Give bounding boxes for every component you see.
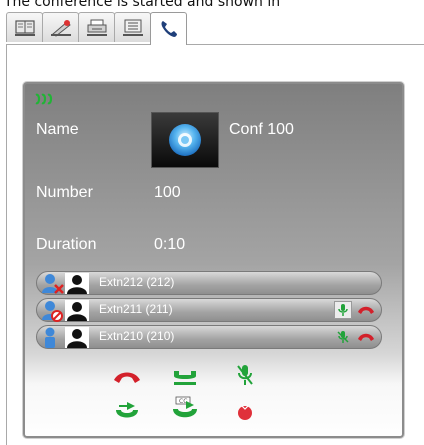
conference-icon [35, 93, 53, 105]
tab-pen[interactable] [42, 12, 79, 42]
tab-print[interactable] [78, 12, 115, 42]
hangup-participant-button[interactable] [357, 328, 375, 346]
user-icon [45, 327, 55, 348]
person-silhouette-icon [67, 302, 87, 321]
conference-duration: 0:10 [154, 236, 186, 253]
mute-participant-button[interactable] [334, 301, 352, 319]
user-blocked-icon [42, 301, 63, 322]
number-label: Number [36, 184, 93, 201]
hold-icon [174, 371, 196, 385]
hold-button[interactable] [170, 364, 200, 390]
conference-transfer-button[interactable]: CC [170, 396, 200, 422]
print-icon [86, 19, 107, 36]
tab-book[interactable] [6, 12, 43, 42]
mute-button[interactable] [230, 362, 260, 388]
transfer-button[interactable] [112, 398, 142, 424]
tab-phone[interactable] [150, 12, 187, 45]
microphone-icon [338, 304, 348, 316]
conference-name: Conf 100 [229, 121, 294, 138]
hangup-icon [114, 372, 140, 383]
transfer-icon [116, 402, 138, 418]
book-icon [14, 19, 35, 36]
name-label: Name [36, 121, 79, 138]
phone-icon [161, 21, 177, 37]
avatar [65, 273, 89, 294]
hangup-participant-button[interactable] [357, 301, 375, 319]
page-caption: The conference is started and shown in [4, 0, 281, 10]
tab-list[interactable] [114, 12, 151, 42]
hangup-all-button[interactable] [112, 364, 142, 390]
hangup-icon [358, 333, 374, 341]
participant-row[interactable]: Extn211 (211) [36, 298, 382, 322]
mute-participant-button[interactable] [334, 328, 352, 346]
duration-label: Duration [36, 236, 97, 253]
avatar [65, 327, 89, 348]
conference-globe-icon [169, 124, 201, 156]
avatar [65, 300, 89, 321]
hangup-icon [358, 306, 374, 314]
participant-name: Extn211 (211) [99, 302, 173, 316]
conference-avatar [151, 112, 219, 168]
list-icon [122, 19, 143, 36]
pen-icon [50, 19, 71, 37]
microphone-muted-icon [337, 331, 349, 343]
person-silhouette-icon [67, 329, 87, 348]
record-icon [238, 405, 252, 420]
record-button[interactable] [230, 400, 260, 426]
conference-number: 100 [154, 184, 181, 201]
person-silhouette-icon [67, 275, 87, 294]
participant-name: Extn210 (210) [99, 329, 175, 343]
participant-row[interactable]: Extn212 (212) [36, 271, 382, 295]
conference-transfer-icon: CC [173, 396, 197, 418]
mute-icon [237, 365, 253, 385]
participant-row[interactable]: Extn210 (210) [36, 325, 382, 349]
user-declined-icon [42, 274, 64, 294]
participant-name: Extn212 (212) [99, 275, 175, 289]
